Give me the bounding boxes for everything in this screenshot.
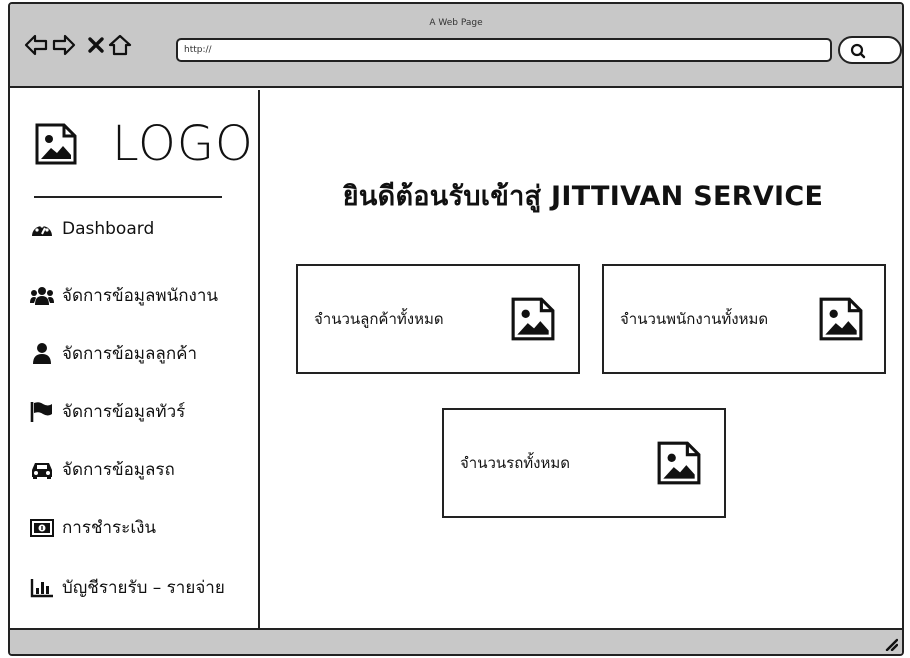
sidebar-item-dashboard[interactable]: Dashboard — [30, 218, 154, 240]
back-arrow-icon[interactable] — [24, 30, 48, 60]
card-label: จำนวนลูกค้าทั้งหมด — [314, 310, 444, 328]
status-bar — [10, 628, 902, 654]
image-icon — [657, 441, 701, 485]
sidebar: LOGO Dashboard จัดการข้อมูลพนักงาน จัดกา… — [10, 90, 260, 632]
forward-arrow-icon[interactable] — [52, 30, 76, 60]
browser-window: A Web Page http:// LOGO Dashboard จัดการ… — [8, 2, 904, 656]
window-title: A Web Page — [429, 18, 483, 28]
bar-chart-icon — [30, 577, 54, 599]
sidebar-item-employees[interactable]: จัดการข้อมูลพนักงาน — [30, 282, 218, 309]
image-icon — [819, 297, 863, 341]
search-icon — [850, 43, 866, 59]
address-bar[interactable]: http:// — [176, 38, 832, 62]
sidebar-item-payment[interactable]: การชำระเงิน — [30, 514, 156, 541]
image-icon — [511, 297, 555, 341]
customer-count-card[interactable]: จำนวนลูกค้าทั้งหมด — [296, 264, 580, 374]
car-count-card[interactable]: จำนวนรถทั้งหมด — [442, 408, 726, 518]
home-icon[interactable] — [108, 30, 132, 60]
sidebar-item-label: บัญชีรายรับ – รายจ่าย — [62, 578, 225, 598]
car-icon — [30, 459, 54, 481]
sidebar-item-cars[interactable]: จัดการข้อมูลรถ — [30, 456, 175, 483]
logo-text: LOGO — [112, 116, 254, 172]
users-icon — [30, 285, 54, 307]
sidebar-item-tours[interactable]: จัดการข้อมูลทัวร์ — [30, 398, 185, 425]
page-title: ยินดีต้อนรับเข้าสู่ JITTIVAN SERVICE — [342, 181, 824, 212]
sidebar-item-label: จัดการข้อมูลพนักงาน — [62, 286, 219, 306]
employee-count-card[interactable]: จำนวนพนักงานทั้งหมด — [602, 264, 886, 374]
close-icon[interactable] — [84, 30, 108, 60]
search-button[interactable] — [838, 36, 902, 64]
sidebar-item-label: Dashboard — [62, 219, 155, 239]
sidebar-item-label: จัดการข้อมูลทัวร์ — [62, 402, 186, 422]
user-icon — [30, 342, 54, 365]
money-icon — [30, 517, 54, 539]
main-content: ยินดีต้อนรับเข้าสู่ JITTIVAN SERVICE จำน… — [262, 90, 902, 632]
sidebar-item-customers[interactable]: จัดการข้อมูลลูกค้า — [30, 340, 197, 367]
browser-toolbar: A Web Page http:// — [10, 4, 902, 88]
logo[interactable]: LOGO — [34, 116, 254, 172]
sidebar-item-label: จัดการข้อมูลลูกค้า — [62, 344, 198, 364]
sidebar-item-accounts[interactable]: บัญชีรายรับ – รายจ่าย — [30, 574, 225, 601]
image-icon — [35, 123, 77, 165]
sidebar-divider — [34, 196, 222, 198]
tachometer-icon — [30, 218, 54, 240]
card-label: จำนวนพนักงานทั้งหมด — [620, 310, 769, 328]
sidebar-item-label: จัดการข้อมูลรถ — [62, 460, 175, 480]
sidebar-item-label: การชำระเงิน — [62, 518, 157, 538]
card-label: จำนวนรถทั้งหมด — [460, 454, 571, 472]
flag-icon — [30, 401, 54, 423]
resize-grip-icon[interactable] — [884, 637, 898, 651]
